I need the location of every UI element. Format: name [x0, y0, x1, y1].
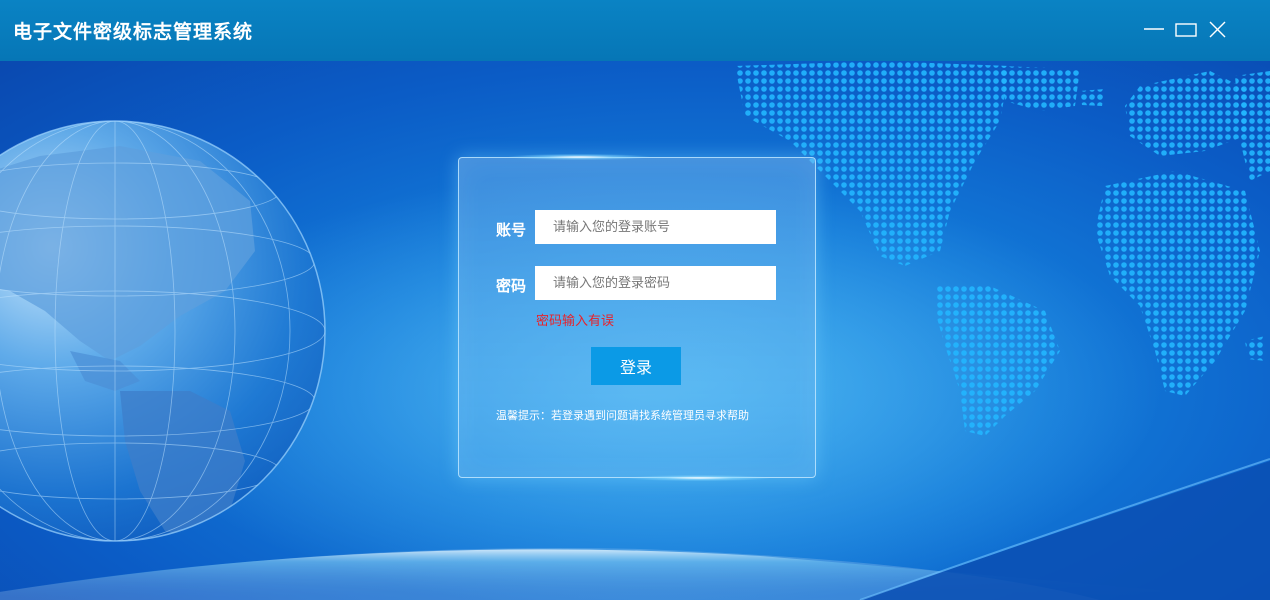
password-input[interactable] [535, 266, 776, 300]
title-bar[interactable]: 电子文件密级标志管理系统 [0, 0, 1270, 61]
help-tip: 温馨提示：若登录遇到问题请找系统管理员寻求帮助 [496, 409, 749, 422]
password-error-message: 密码输入有误 [536, 314, 615, 329]
maximize-icon [1175, 23, 1197, 37]
close-button[interactable] [1206, 18, 1230, 42]
account-input[interactable] [535, 210, 776, 244]
minimize-button[interactable] [1142, 18, 1166, 42]
maximize-button[interactable] [1174, 18, 1198, 42]
login-panel: 账号 密码 密码输入有误 登录 温馨提示：若登录遇到问题请找系统管理员寻求帮助 [458, 154, 816, 481]
close-icon [1209, 21, 1226, 38]
panel-glow-top [509, 154, 649, 160]
password-label: 密码 [496, 277, 527, 295]
panel-glow-bottom [629, 475, 769, 481]
minimize-icon [1144, 28, 1164, 30]
login-button[interactable]: 登录 [591, 347, 681, 385]
app-title: 电子文件密级标志管理系统 [13, 21, 254, 43]
account-label: 账号 [496, 221, 527, 239]
login-window: 电子文件密级标志管理系统 账号 请输入您的登录账号 密码 密码输入有误 登录 温… [0, 0, 1270, 600]
login-background: 账号 密码 密码输入有误 登录 温馨提示：若登录遇到问题请找系统管理员寻求帮助 [0, 61, 1270, 600]
